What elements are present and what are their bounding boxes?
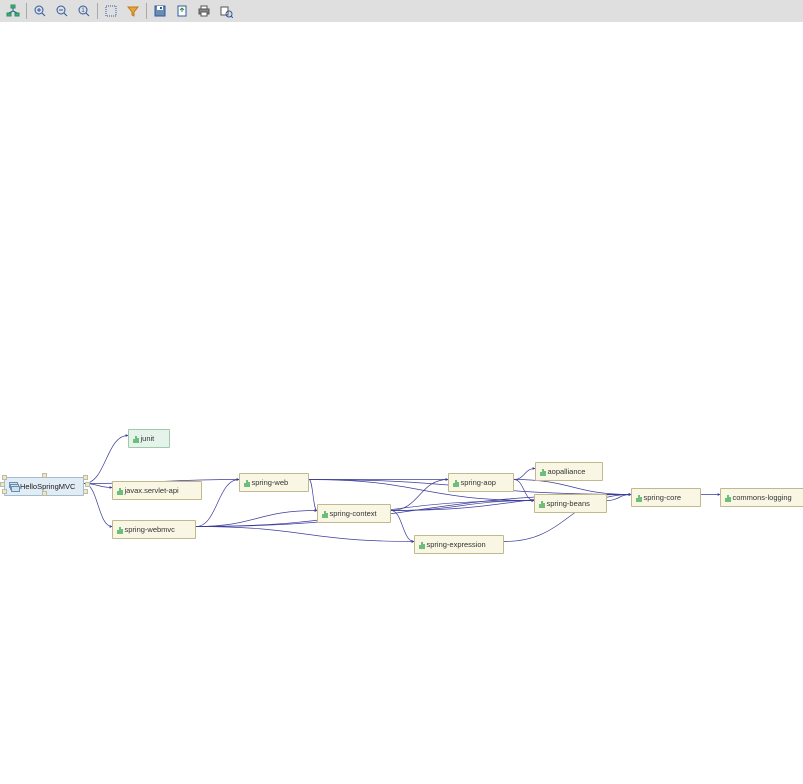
jar-icon — [322, 510, 328, 518]
node-logging[interactable]: commons-logging — [720, 488, 803, 507]
zoom-reset-icon[interactable]: 1 — [73, 1, 95, 21]
edge-aop-core — [514, 480, 631, 495]
separator — [146, 3, 147, 19]
node-label: commons-logging — [733, 493, 792, 502]
selection-handle[interactable] — [0, 482, 5, 487]
node-servlet[interactable]: javax.servlet-api — [112, 481, 202, 500]
select-icon[interactable] — [100, 1, 122, 21]
node-label: spring-webmvc — [125, 525, 175, 534]
diagram-canvas[interactable]: HelloSpringMVC junit javax.servlet-api spri… — [0, 22, 803, 784]
jar-icon — [133, 435, 139, 443]
node-label: spring-expression — [427, 540, 486, 549]
node-label: spring-aop — [461, 478, 496, 487]
edge-webmvc-web — [196, 480, 239, 527]
project-icon — [9, 482, 18, 491]
selection-handle[interactable] — [2, 489, 7, 494]
selection-handle[interactable] — [42, 473, 47, 478]
selection-handle[interactable] — [83, 489, 88, 494]
node-label: spring-context — [330, 509, 377, 518]
node-label: spring-beans — [547, 499, 590, 508]
edge-beans-core — [607, 495, 631, 501]
jar-icon — [725, 494, 731, 502]
edge-webmvc-context — [196, 511, 317, 527]
export-icon[interactable] — [171, 1, 193, 21]
edge-aop-beans — [514, 480, 534, 501]
edge-context-beans — [391, 501, 534, 511]
node-web[interactable]: spring-web — [239, 473, 309, 492]
dependency-edges — [0, 22, 803, 784]
zoom-out-icon[interactable] — [51, 1, 73, 21]
edge-context-expression — [391, 511, 414, 542]
jar-icon — [117, 487, 123, 495]
node-expression[interactable]: spring-expression — [414, 535, 504, 554]
toolbar: 1 — [0, 0, 803, 22]
node-webmvc[interactable]: spring-webmvc — [112, 520, 196, 539]
save-icon[interactable] — [149, 1, 171, 21]
selection-handle[interactable] — [42, 491, 47, 496]
jar-icon — [636, 494, 642, 502]
jar-icon — [539, 500, 545, 508]
node-junit[interactable]: junit — [128, 429, 170, 448]
node-aop[interactable]: spring-aop — [448, 473, 514, 492]
node-core[interactable]: spring-core — [631, 488, 701, 507]
node-label: aopalliance — [548, 467, 586, 476]
jar-icon — [540, 468, 546, 476]
node-context[interactable]: spring-context — [317, 504, 391, 523]
jar-icon — [453, 479, 459, 487]
separator — [97, 3, 98, 19]
edge-context-aop — [391, 480, 448, 511]
node-label: spring-core — [644, 493, 682, 502]
edge-aop-aopalliance — [514, 469, 535, 480]
zoom-in-icon[interactable] — [29, 1, 51, 21]
node-label: junit — [141, 434, 155, 443]
hierarchy-icon[interactable] — [2, 1, 24, 21]
jar-icon — [117, 526, 123, 534]
node-label: javax.servlet-api — [125, 486, 179, 495]
node-label: spring-web — [252, 478, 289, 487]
selection-handle[interactable] — [2, 475, 7, 480]
edge-web-context — [309, 480, 317, 511]
edge-root-junit — [84, 436, 128, 484]
jar-icon — [244, 479, 250, 487]
print-icon[interactable] — [193, 1, 215, 21]
filter-icon[interactable] — [122, 1, 144, 21]
node-beans[interactable]: spring-beans — [534, 494, 607, 513]
selection-handle[interactable] — [83, 475, 88, 480]
node-aopalliance[interactable]: aopalliance — [535, 462, 603, 481]
edge-webmvc-expression — [196, 527, 414, 542]
edge-root-webmvc — [84, 484, 112, 527]
selection-handle[interactable] — [85, 482, 90, 487]
separator — [26, 3, 27, 19]
preview-icon[interactable] — [215, 1, 237, 21]
node-label: HelloSpringMVC — [20, 482, 75, 491]
jar-icon — [419, 541, 425, 549]
